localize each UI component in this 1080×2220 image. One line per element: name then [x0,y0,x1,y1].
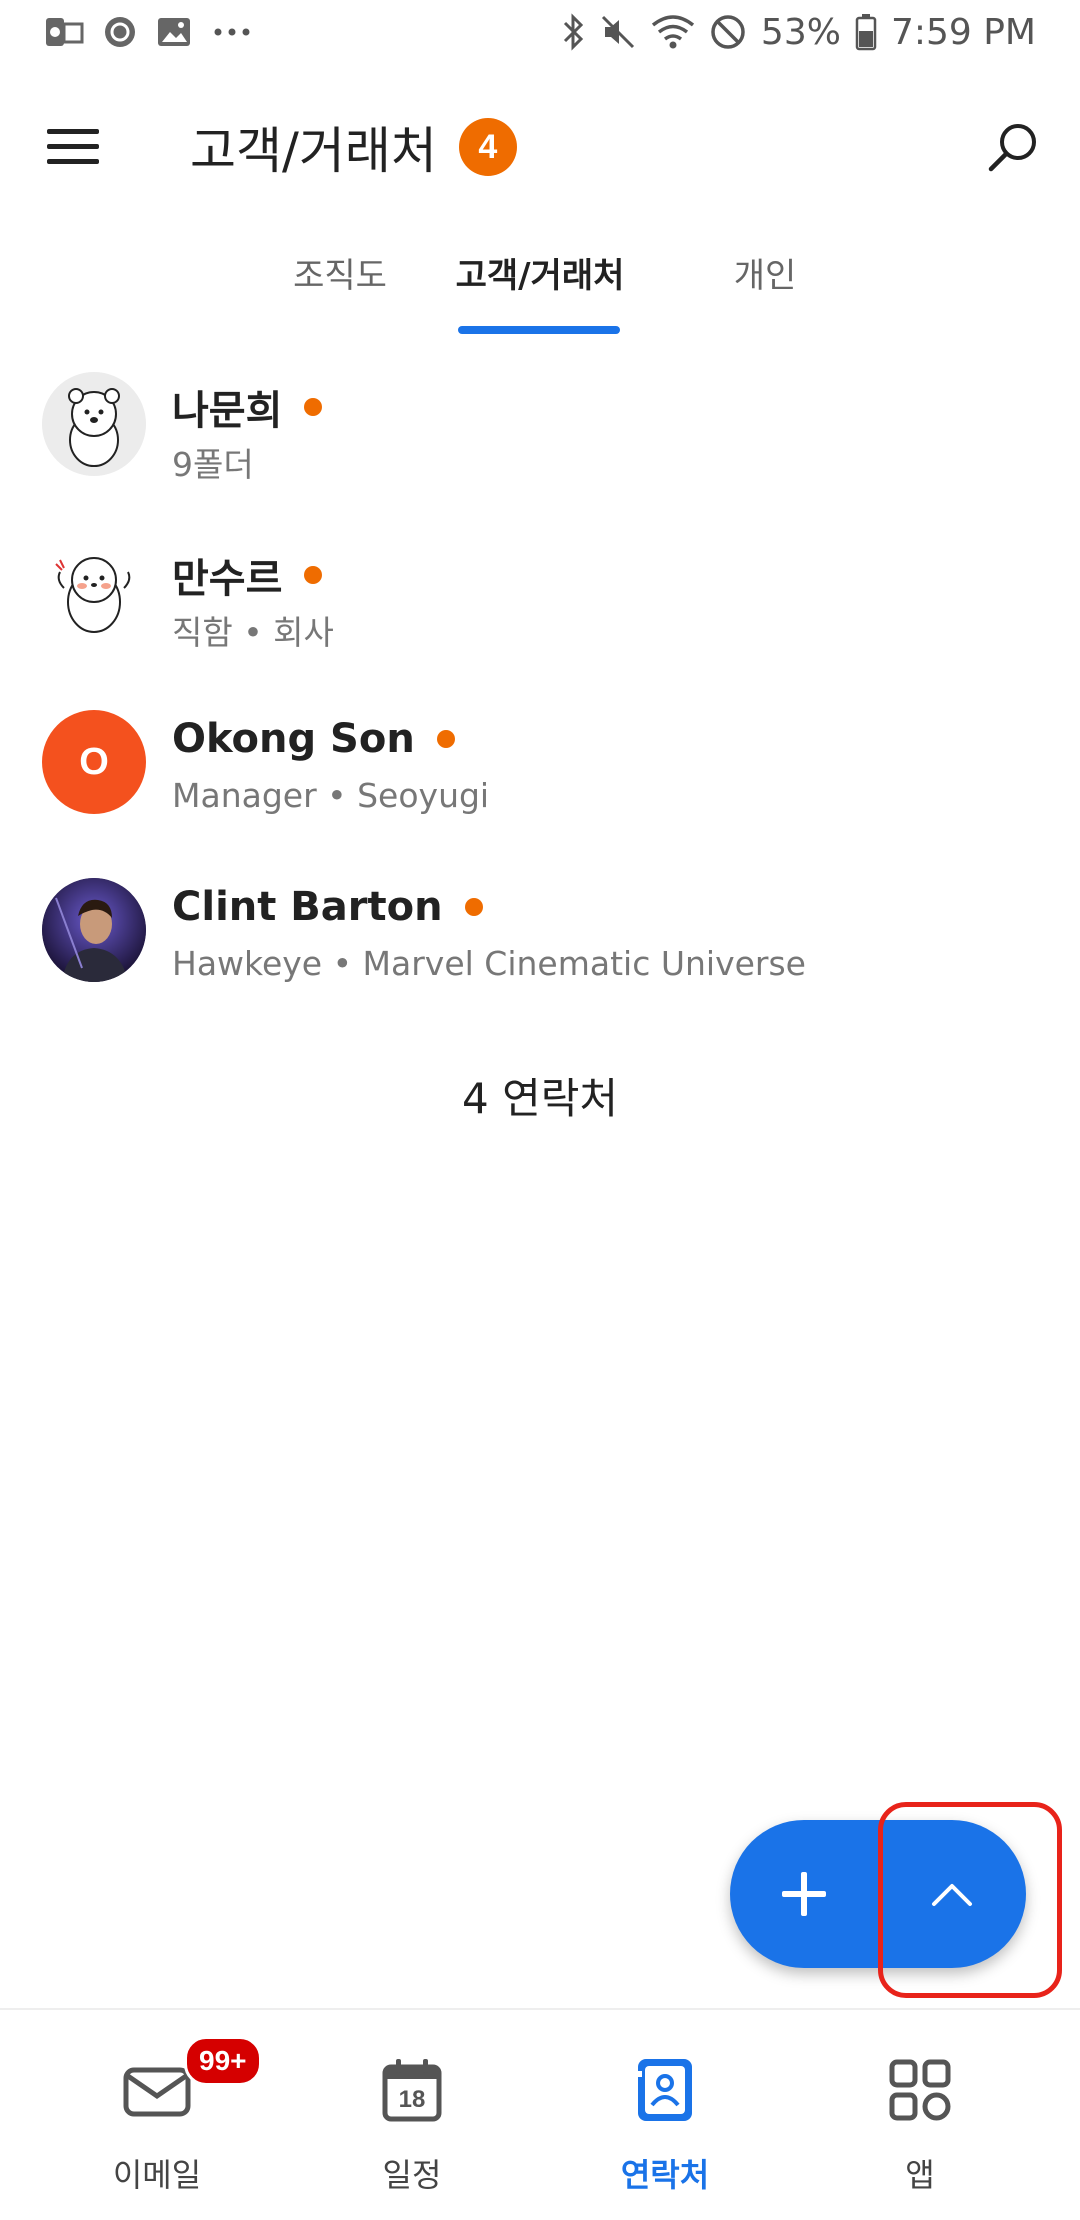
presence-dot [436,730,455,748]
count-badge: 4 [458,118,517,176]
nav-item-email[interactable]: 99+ 이메일 [22,2010,292,2220]
highlight-box [878,1802,1062,1998]
mute-icon [601,15,634,49]
battery-icon [855,14,877,51]
bear-sticker-icon [42,372,146,476]
tab-personal[interactable]: 개인 [690,248,840,297]
tab-indicator [458,326,620,334]
screen: 53% 7:59 PM 고객/거래처 4 조직도 고객/거래처 개인 나문희 9… [0,0,1080,2220]
contact-row[interactable]: 만수르 직함 • 회사 [0,528,1080,678]
nav-label: 이메일 [112,2156,202,2194]
seal-sticker-icon [55,557,131,633]
nav-label: 일정 [382,2156,442,2194]
tab-customers[interactable]: 고객/거래처 [440,248,640,297]
avatar [42,540,146,644]
calendar-day: 18 [398,2086,426,2113]
avatar [42,372,146,476]
plus-icon [782,1872,826,1916]
contact-row[interactable]: O Okong Son Manager • Seoyugi [0,698,1080,848]
nav-item-apps[interactable]: 앱 [785,2010,1055,2220]
unread-badge: 99+ [184,2036,262,2086]
image-icon [158,18,190,46]
bluetooth-icon [563,13,584,51]
contact-name: 나문희 [172,388,283,434]
dnd-icon [711,15,745,49]
tab-org-chart[interactable]: 조직도 [260,248,420,297]
app-bar: 고객/거래처 4 [0,80,1080,200]
outlook-icon [46,18,84,46]
more-icon [214,28,250,36]
nav-item-contacts[interactable]: 연락처 [530,2010,800,2220]
contact-row[interactable]: 나문희 9폴더 [0,360,1080,510]
nav-item-calendar[interactable]: 18 일정 [277,2010,547,2220]
clock: 7:59 PM [890,11,1036,53]
sync-icon [105,17,135,47]
avatar-initial: O [79,740,109,783]
contact-subtitle: Hawkeye • Marvel Cinematic Universe [172,944,806,983]
status-bar: 53% 7:59 PM [0,0,1080,64]
calendar-icon: 18 [372,2050,452,2130]
profile-photo-icon [42,878,146,982]
tab-bar: 조직도 고객/거래처 개인 [0,236,1080,336]
page-title: 고객/거래처 4 [190,104,517,190]
contact-subtitle: Manager • Seoyugi [172,776,490,815]
wifi-icon [651,15,695,49]
apps-grid-icon [880,2050,960,2130]
avatar: O [42,710,146,814]
presence-dot [304,566,323,584]
menu-button[interactable] [30,104,116,190]
contact-name-row: Clint Barton [172,884,483,930]
contact-name-row: 나문희 [172,378,323,436]
contacts-icon [625,2050,705,2130]
contact-name-row: Okong Son [172,716,455,762]
nav-label: 연락처 [620,2156,710,2194]
presence-dot [304,398,323,416]
contact-name: Okong Son [172,716,415,762]
contact-count: 4 연락처 [462,1074,618,1123]
battery-percent: 53% [760,11,841,53]
status-bar-left [44,12,254,52]
contact-name: Clint Barton [172,884,443,930]
search-button[interactable] [970,104,1056,190]
contact-subtitle: 9폴더 [172,445,254,484]
contact-row[interactable]: Clint Barton Hawkeye • Marvel Cinematic … [0,866,1080,1016]
presence-dot [464,898,483,916]
add-contact-button[interactable] [730,1820,878,1968]
nav-label: 앱 [905,2156,935,2194]
contact-name-row: 만수르 [172,546,323,604]
bottom-nav: 99+ 이메일 18 일정 연락처 앱 [0,2008,1080,2220]
contact-subtitle: 직함 • 회사 [172,613,334,652]
hamburger-menu-icon [47,129,99,164]
avatar [42,878,146,982]
status-bar-right: 53% 7:59 PM [561,8,1036,56]
contact-name: 만수르 [172,556,283,602]
search-icon [988,124,1036,172]
page-title-text: 고객/거래처 [190,122,437,180]
